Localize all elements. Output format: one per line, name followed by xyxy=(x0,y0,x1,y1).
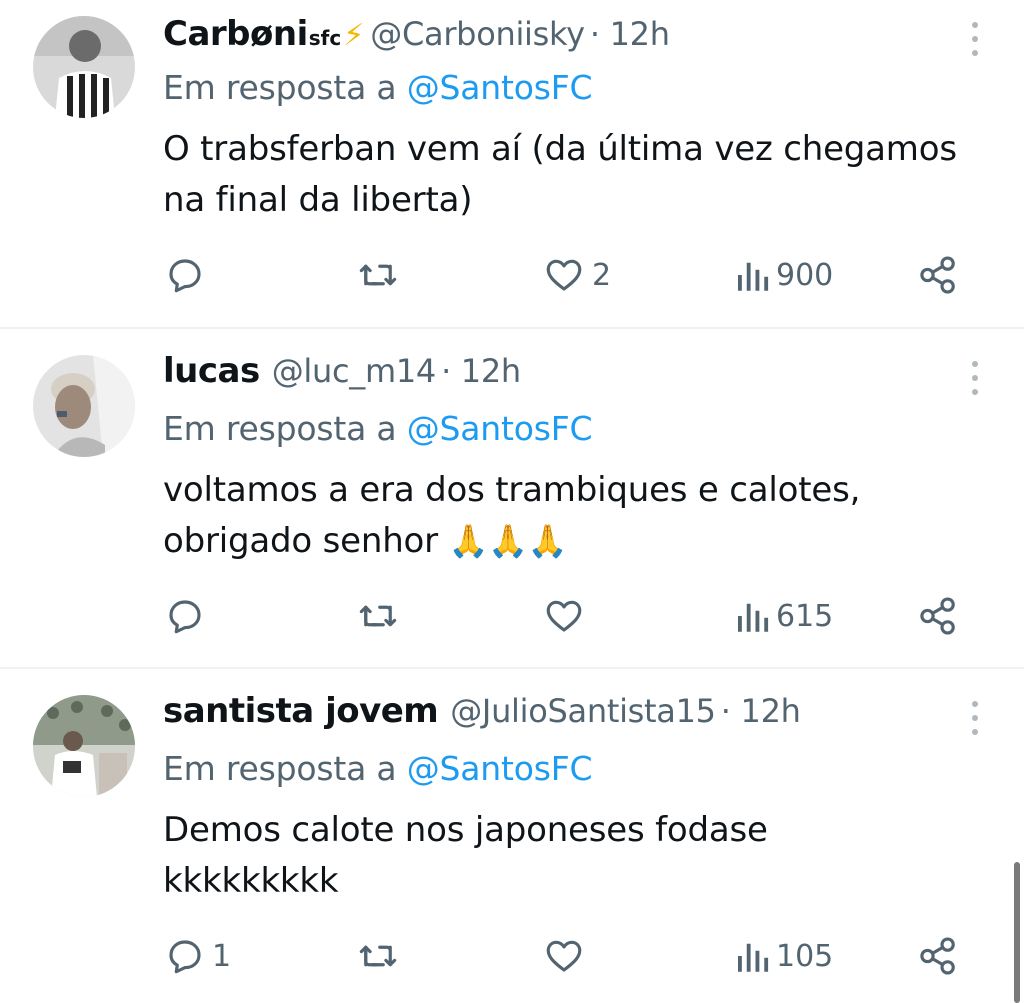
tweet-actions: 2 900 xyxy=(0,250,1024,300)
tweet[interactable]: santista jovem @JulioSantista15 · 12h Em … xyxy=(0,669,1024,1003)
retweet-button[interactable] xyxy=(356,250,406,300)
like-button[interactable]: 2 xyxy=(542,250,611,300)
reply-context: Em resposta a @SantosFC xyxy=(163,409,593,448)
tweet-actions: 615 xyxy=(0,591,1024,641)
like-button[interactable] xyxy=(542,931,592,981)
share-icon xyxy=(920,256,955,294)
reply-icon xyxy=(169,600,201,634)
reply-mention-link[interactable]: @SantosFC xyxy=(407,68,593,107)
like-count: 2 xyxy=(592,257,612,293)
reply-prefix: Em resposta a xyxy=(163,409,397,448)
views-icon xyxy=(738,943,769,972)
author-name-superscript: sfc xyxy=(308,26,342,50)
tweet-time[interactable]: · 12h xyxy=(590,15,670,53)
views-button[interactable]: 900 xyxy=(734,250,833,300)
view-count: 615 xyxy=(776,598,834,634)
more-options-icon[interactable] xyxy=(968,701,982,735)
tweet-actions: 1 105 xyxy=(0,931,1024,981)
reply-button[interactable]: 1 xyxy=(164,931,231,981)
views-icon xyxy=(738,262,769,291)
scrollbar[interactable] xyxy=(1014,862,1020,1003)
tweet-header: lucas @luc_m14 · 12h xyxy=(163,351,521,397)
views-button[interactable]: 615 xyxy=(734,591,833,641)
reply-prefix: Em resposta a xyxy=(163,749,397,788)
avatar[interactable] xyxy=(33,695,135,797)
like-icon xyxy=(546,259,582,291)
avatar[interactable] xyxy=(33,16,135,118)
share-icon xyxy=(920,597,955,635)
author-handle[interactable]: @JulioSantista15 xyxy=(450,692,716,730)
reply-context: Em resposta a @SantosFC xyxy=(163,749,593,788)
more-options-icon[interactable] xyxy=(968,361,982,395)
author-handle[interactable]: @Carboniisky xyxy=(370,15,585,53)
reply-mention-link[interactable]: @SantosFC xyxy=(407,409,593,448)
retweet-icon xyxy=(359,264,397,286)
author-name[interactable]: Carbøni xyxy=(163,14,308,54)
lightning-icon: ⚡ xyxy=(343,18,365,53)
like-button[interactable] xyxy=(542,591,592,641)
view-count: 900 xyxy=(776,257,834,293)
view-count: 105 xyxy=(776,938,834,974)
retweet-icon xyxy=(359,945,397,967)
tweet[interactable]: Carbøni sfc ⚡ @Carboniisky · 12h Em respost… xyxy=(0,0,1024,327)
share-button[interactable] xyxy=(917,591,959,641)
tweet-text: voltamos a era dos trambiques e calotes,… xyxy=(163,465,1003,567)
tweet-text: Demos calote nos japoneses fodase kkkkkk… xyxy=(163,810,768,901)
retweet-button[interactable] xyxy=(356,931,406,981)
reply-button[interactable] xyxy=(164,591,212,641)
retweet-icon xyxy=(359,605,397,627)
share-button[interactable] xyxy=(917,931,959,981)
tweet-time[interactable]: · 12h xyxy=(721,692,801,730)
tweet-text: O trabsferban vem aí (da última vez cheg… xyxy=(163,129,957,220)
tweet-header: Carbøni sfc ⚡ @Carboniisky · 12h xyxy=(163,14,670,60)
author-name[interactable]: lucas xyxy=(163,351,260,391)
reply-mention-link[interactable]: @SantosFC xyxy=(407,749,593,788)
avatar[interactable] xyxy=(33,355,135,457)
like-icon xyxy=(546,600,582,632)
reply-icon xyxy=(169,259,201,293)
reply-button[interactable] xyxy=(164,250,212,300)
views-button[interactable]: 105 xyxy=(734,931,833,981)
reply-prefix: Em resposta a xyxy=(163,68,397,107)
views-icon xyxy=(738,603,769,632)
reply-count: 1 xyxy=(212,938,232,974)
share-icon xyxy=(920,937,955,975)
like-icon xyxy=(546,940,582,972)
more-options-icon[interactable] xyxy=(968,22,982,56)
tweet-header: santista jovem @JulioSantista15 · 12h xyxy=(163,691,801,737)
reply-context: Em resposta a @SantosFC xyxy=(163,68,593,107)
praying-hands-icon: 🙏🙏🙏 xyxy=(448,522,568,560)
author-name[interactable]: santista jovem xyxy=(163,691,439,731)
retweet-button[interactable] xyxy=(356,591,406,641)
tweet-time[interactable]: · 12h xyxy=(441,352,521,390)
share-button[interactable] xyxy=(917,250,959,300)
tweet[interactable]: lucas @luc_m14 · 12h Em resposta a @Santo… xyxy=(0,329,1024,667)
reply-icon xyxy=(169,940,201,974)
author-handle[interactable]: @luc_m14 xyxy=(272,352,437,390)
